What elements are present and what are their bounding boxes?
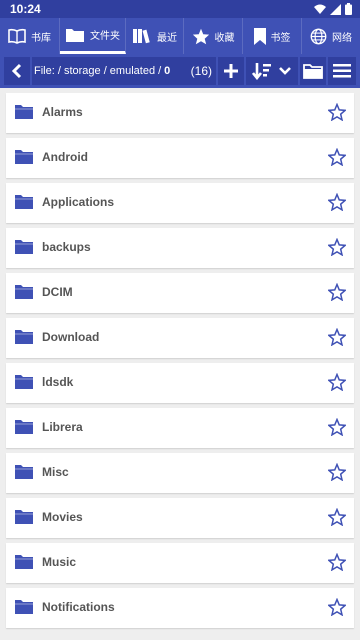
- file-name: DCIM: [42, 285, 73, 299]
- wifi-icon: [314, 4, 326, 14]
- star-icon[interactable]: [328, 148, 346, 166]
- star-icon[interactable]: [328, 373, 346, 391]
- list-item[interactable]: DCIM: [6, 273, 354, 313]
- list-item[interactable]: backups: [6, 228, 354, 268]
- chevron-down-icon: [279, 67, 291, 75]
- plus-icon: [224, 64, 238, 78]
- list-item[interactable]: Misc: [6, 453, 354, 493]
- tab-library[interactable]: 书库: [0, 18, 60, 54]
- file-list: Alarms Android Applications backups DCIM Down…: [6, 93, 354, 633]
- star-icon[interactable]: [328, 418, 346, 436]
- tab-label: 最近: [157, 32, 177, 44]
- list-item[interactable]: ldsdk: [6, 363, 354, 403]
- chevron-left-icon: [11, 63, 22, 79]
- star-icon[interactable]: [328, 598, 346, 616]
- books-icon: [133, 29, 150, 44]
- folder-icon: [15, 375, 33, 389]
- star-icon[interactable]: [328, 508, 346, 526]
- star-icon[interactable]: [328, 238, 346, 256]
- folder-icon: [303, 64, 323, 79]
- globe-icon: [310, 28, 327, 44]
- sort-button[interactable]: [246, 57, 298, 85]
- back-button[interactable]: [4, 57, 30, 85]
- file-name: Notifications: [42, 600, 115, 614]
- tab-label: 文件夹: [90, 31, 120, 42]
- menu-icon: [333, 64, 351, 78]
- breadcrumb-path: File: / storage / emulated /: [34, 65, 162, 77]
- list-item[interactable]: Notifications: [6, 588, 354, 628]
- folder-icon: [15, 555, 33, 569]
- tab-recent[interactable]: 最近: [126, 18, 184, 54]
- folder-icon: [15, 330, 33, 344]
- folder-icon: [15, 150, 33, 164]
- sort-icon: [252, 63, 271, 80]
- file-name: Librera: [42, 420, 83, 434]
- tab-label: 网络: [332, 32, 352, 44]
- folder-icon: [15, 195, 33, 209]
- folder-icon: [15, 105, 33, 119]
- file-name: Misc: [42, 465, 69, 479]
- top-tab-bar: 书库 文件夹 最近 收藏 书签 网络: [0, 18, 360, 54]
- list-item[interactable]: Librera: [6, 408, 354, 448]
- list-item[interactable]: Movies: [6, 498, 354, 538]
- folder-icon: [15, 285, 33, 299]
- file-name: Movies: [42, 510, 83, 524]
- file-name: Alarms: [42, 105, 83, 119]
- tab-network[interactable]: 网络: [302, 18, 360, 54]
- battery-icon: [345, 3, 352, 15]
- star-icon[interactable]: [328, 463, 346, 481]
- tab-favorites[interactable]: 收藏: [184, 18, 243, 54]
- list-item[interactable]: Alarms: [6, 93, 354, 133]
- star-icon: [192, 28, 209, 44]
- tab-bookmarks[interactable]: 书签: [243, 18, 302, 54]
- status-bar: 10:24: [0, 0, 360, 18]
- path-toolbar: File: / storage / emulated / 0 (16): [0, 54, 360, 88]
- star-icon[interactable]: [328, 103, 346, 121]
- file-count: (16): [190, 64, 212, 78]
- folder-icon: [15, 510, 33, 524]
- menu-button[interactable]: [328, 57, 356, 85]
- star-icon[interactable]: [328, 193, 346, 211]
- breadcrumb-current: 0: [164, 65, 171, 77]
- folder-icon: [15, 240, 33, 254]
- breadcrumb[interactable]: File: / storage / emulated / 0 (16): [32, 57, 216, 85]
- tab-label: 书库: [31, 32, 51, 44]
- list-item[interactable]: Applications: [6, 183, 354, 223]
- file-name: backups: [42, 240, 91, 254]
- status-icons: [314, 3, 352, 15]
- file-name: Applications: [42, 195, 115, 209]
- file-name: Android: [42, 150, 88, 164]
- tab-label: 书签: [270, 32, 291, 44]
- signal-icon: [330, 3, 341, 15]
- file-name: Download: [42, 330, 100, 344]
- file-name: Music: [42, 555, 77, 569]
- folder-view-button[interactable]: [300, 57, 326, 85]
- file-name: ldsdk: [42, 375, 74, 389]
- folder-icon: [15, 600, 33, 614]
- star-icon[interactable]: [328, 283, 346, 301]
- bookmark-icon: [253, 27, 266, 45]
- list-item[interactable]: Android: [6, 138, 354, 178]
- book-open-icon: [8, 28, 26, 44]
- list-item[interactable]: Download: [6, 318, 354, 358]
- star-icon[interactable]: [328, 328, 346, 346]
- folder-icon: [15, 465, 33, 479]
- tab-label: 收藏: [214, 32, 235, 44]
- status-time: 10:24: [10, 2, 41, 16]
- add-button[interactable]: [218, 57, 244, 85]
- folder-icon: [15, 420, 33, 434]
- star-icon[interactable]: [328, 553, 346, 571]
- folder-icon: [66, 28, 84, 42]
- list-item[interactable]: Music: [6, 543, 354, 583]
- tab-folders[interactable]: 文件夹: [60, 18, 126, 54]
